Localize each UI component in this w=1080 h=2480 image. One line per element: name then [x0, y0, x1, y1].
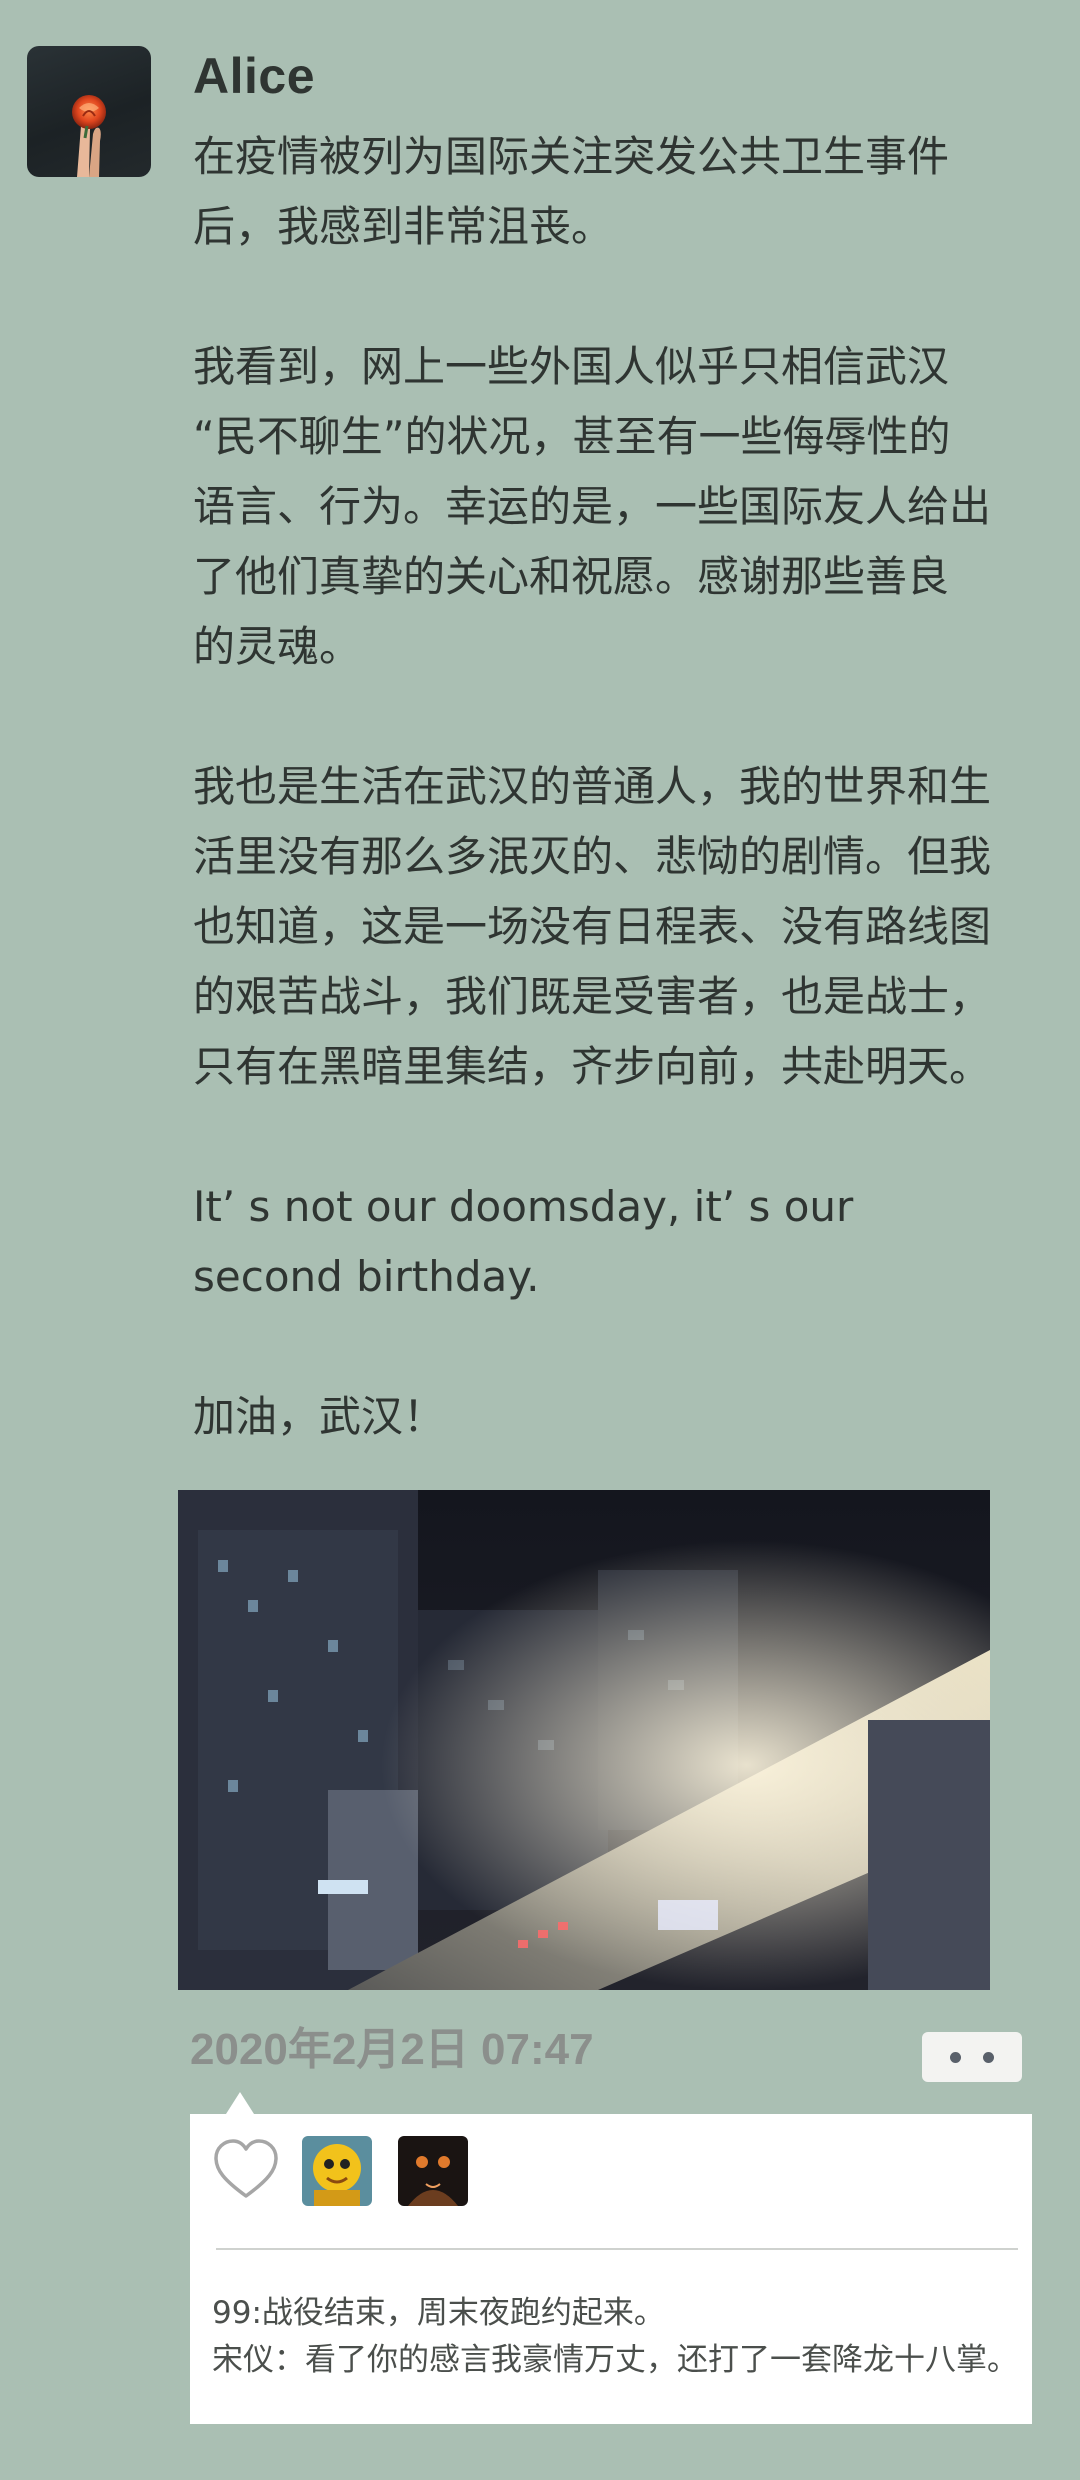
- post-timestamp: 2020年2月2日 07:47: [190, 2025, 594, 2074]
- comment-author[interactable]: 宋仪: [212, 2342, 274, 2378]
- comment-text: 看了你的感言我豪情万丈，还打了一套降龙十八掌。: [305, 2342, 1018, 2378]
- comments-panel: 99:战役结束，周末夜跑约起来。 宋仪：看了你的感言我豪情万丈，还打了一套降龙十…: [190, 2092, 1032, 2424]
- post-paragraph: 我看到，网上一些外国人似乎只相信武汉 “民不聊生”的状况，甚至有一些侮辱性的 语…: [193, 342, 992, 671]
- panel-pointer: [226, 2092, 254, 2114]
- post-paragraph: 加油，武汉！: [193, 1392, 446, 1441]
- comment-text: 战役结束，周末夜跑约起来。: [261, 2295, 665, 2331]
- heart-outline-icon[interactable]: [210, 2134, 282, 2206]
- author-name[interactable]: Alice: [193, 44, 315, 108]
- post-photo[interactable]: [178, 1490, 990, 1990]
- post-paragraph: 我也是生活在武汉的普通人，我的世界和生 活里没有那么多泯灭的、悲恸的剧情。但我 …: [193, 762, 992, 1091]
- comment-separator: ：: [274, 2342, 305, 2378]
- more-dots-icon: [983, 2051, 994, 2063]
- comment-item[interactable]: 宋仪：看了你的感言我豪情万丈，还打了一套降龙十八掌。: [212, 2337, 1022, 2384]
- liker-avatar[interactable]: [398, 2136, 468, 2206]
- comment-item[interactable]: 99:战役结束，周末夜跑约起来。: [212, 2290, 1022, 2337]
- more-actions-button[interactable]: [922, 2032, 1022, 2082]
- author-avatar[interactable]: [27, 46, 151, 177]
- more-dots-icon: [950, 2051, 961, 2063]
- comment-author[interactable]: 99: [212, 2295, 251, 2331]
- post-paragraph: It’ s not our doomsday, it’ s our second…: [193, 1182, 854, 1301]
- post-content: 在疫情被列为国际关注突发公共卫生事件 后，我感到非常沮丧。 我看到，网上一些外国…: [193, 122, 1063, 1452]
- post-paragraph: 在疫情被列为国际关注突发公共卫生事件 后，我感到非常沮丧。: [193, 132, 950, 251]
- liker-avatar[interactable]: [302, 2136, 372, 2206]
- divider: [216, 2248, 1018, 2250]
- comment-list: 99:战役结束，周末夜跑约起来。 宋仪：看了你的感言我豪情万丈，还打了一套降龙十…: [212, 2290, 1022, 2384]
- comment-separator: :: [251, 2295, 262, 2331]
